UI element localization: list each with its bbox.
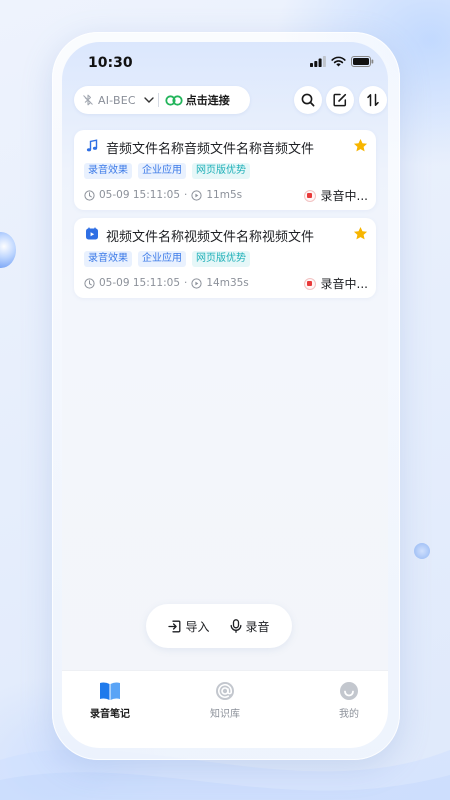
sort-button[interactable] xyxy=(359,86,387,114)
status-icons xyxy=(310,56,374,67)
tab-knowledge-base[interactable]: 知识库 xyxy=(185,681,265,720)
file-date: 05-09 15:11:05 xyxy=(99,189,181,201)
play-circle-icon xyxy=(191,189,202,201)
tag[interactable]: 企业应用 xyxy=(138,163,186,179)
app-screen: 10:30 AI-BEC 点击连接 音频文件名称音频文件名称音频文件 录音效果 … xyxy=(62,42,388,748)
tab-profile[interactable]: 我的 xyxy=(309,681,388,720)
pill-divider xyxy=(157,93,159,107)
star-icon[interactable] xyxy=(353,138,368,153)
decorative-orb xyxy=(0,232,16,268)
record-label: 录音 xyxy=(245,619,270,634)
file-duration: 14m35s xyxy=(206,277,249,289)
record-button[interactable]: 录音 xyxy=(230,618,270,635)
recording-status[interactable]: 录音中... xyxy=(303,275,368,292)
profile-icon xyxy=(340,682,358,700)
at-icon xyxy=(216,682,234,700)
action-pill: 导入 录音 xyxy=(146,604,292,648)
tab-label: 知识库 xyxy=(210,709,240,720)
wifi-icon xyxy=(331,56,346,67)
file-meta: 05-09 15:11:05 · 14m35s xyxy=(84,277,249,289)
top-toolbar: AI-BEC 点击连接 xyxy=(74,86,387,116)
connect-button[interactable]: 点击连接 xyxy=(186,92,230,108)
video-icon xyxy=(86,227,98,240)
music-note-icon xyxy=(86,139,98,152)
import-icon xyxy=(168,620,181,632)
device-name: AI-BEC xyxy=(98,93,136,107)
file-date: 05-09 15:11:05 xyxy=(99,277,181,289)
search-icon xyxy=(301,93,315,107)
status-time: 10:30 xyxy=(88,55,133,71)
meta-separator: · xyxy=(184,277,188,289)
play-circle-icon xyxy=(191,277,202,289)
tag[interactable]: 企业应用 xyxy=(138,251,186,267)
tab-label: 我的 xyxy=(339,709,359,720)
recording-status[interactable]: 录音中... xyxy=(303,187,368,204)
meta-separator: · xyxy=(184,189,188,201)
chevron-down-icon[interactable] xyxy=(144,96,154,104)
device-connect-pill[interactable]: AI-BEC 点击连接 xyxy=(74,86,250,114)
decorative-orb-small xyxy=(414,543,430,559)
tab-label: 录音笔记 xyxy=(90,709,130,720)
sort-icon xyxy=(367,93,379,107)
battery-icon xyxy=(351,56,374,67)
tag-list: 录音效果 企业应用 网页版优势 xyxy=(84,163,250,179)
new-note-button[interactable] xyxy=(326,86,354,114)
file-card-video[interactable]: 视频文件名称视频文件名称视频文件 录音效果 企业应用 网页版优势 05-09 1… xyxy=(74,218,376,298)
search-button[interactable] xyxy=(294,86,322,114)
tag-list: 录音效果 企业应用 网页版优势 xyxy=(84,251,250,267)
tag[interactable]: 网页版优势 xyxy=(192,251,250,267)
tab-recording-notes[interactable]: 录音笔记 xyxy=(70,681,150,720)
file-title: 视频文件名称视频文件名称视频文件 xyxy=(106,230,315,245)
star-icon[interactable] xyxy=(353,226,368,241)
clock-icon xyxy=(84,189,95,201)
book-icon xyxy=(100,682,120,700)
clock-icon xyxy=(84,277,95,289)
recording-status-label: 录音中... xyxy=(320,277,368,291)
bluetooth-off-icon xyxy=(83,94,93,106)
tag[interactable]: 录音效果 xyxy=(84,163,132,179)
edit-icon xyxy=(333,93,347,107)
status-bar: 10:30 xyxy=(62,42,388,86)
microphone-icon xyxy=(230,619,241,633)
signal-icon xyxy=(310,56,326,67)
bottom-tab-bar: 录音笔记 知识库 我的 xyxy=(62,670,388,748)
import-button[interactable]: 导入 xyxy=(168,618,210,635)
tag[interactable]: 网页版优势 xyxy=(192,163,250,179)
file-card-audio[interactable]: 音频文件名称音频文件名称音频文件 录音效果 企业应用 网页版优势 05-09 1… xyxy=(74,130,376,210)
tag[interactable]: 录音效果 xyxy=(84,251,132,267)
file-title: 音频文件名称音频文件名称音频文件 xyxy=(106,142,315,157)
file-meta: 05-09 15:11:05 · 11m5s xyxy=(84,189,242,201)
import-label: 导入 xyxy=(185,619,210,634)
link-icon xyxy=(165,94,183,106)
file-duration: 11m5s xyxy=(206,189,243,201)
recording-status-label: 录音中... xyxy=(320,189,368,203)
recording-stop-icon xyxy=(303,277,316,290)
recording-stop-icon xyxy=(303,189,316,202)
